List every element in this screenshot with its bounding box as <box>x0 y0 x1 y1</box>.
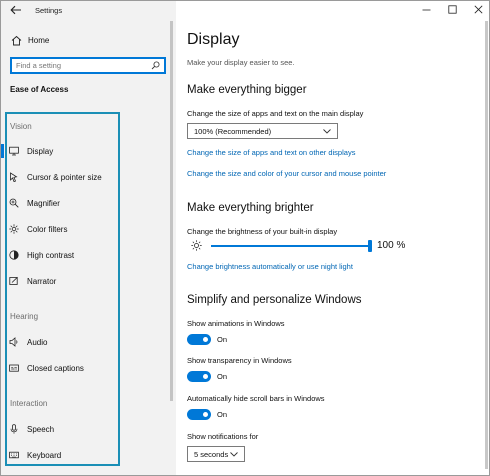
link-night-light[interactable]: Change brightness automatically or use n… <box>187 262 353 271</box>
close-button[interactable] <box>465 1 489 21</box>
speaker-icon <box>9 337 18 347</box>
sidebar-item-label: Display <box>27 147 54 156</box>
link-cursor-pointer[interactable]: Change the size and color of your cursor… <box>187 169 386 178</box>
sidebar-item-label: Color filters <box>27 225 68 234</box>
group-label-hearing: Hearing <box>10 312 39 321</box>
close-icon <box>474 5 482 14</box>
sidebar-item-narrator[interactable]: Narrator <box>1 271 171 291</box>
heading-simplify-personalize: Simplify and personalize Windows <box>187 294 362 306</box>
group-label-interaction: Interaction <box>10 399 48 408</box>
chevron-down-icon <box>323 129 331 134</box>
minimize-button[interactable] <box>413 1 439 21</box>
transparency-toggle[interactable] <box>187 371 211 382</box>
dropdown-value: 100% (Recommended) <box>194 127 272 136</box>
text-size-label: Change the size of apps and text on the … <box>187 109 364 118</box>
dropdown-value: 5 seconds <box>194 450 229 459</box>
home-icon <box>11 35 22 46</box>
brightness-row: 100 % <box>191 239 489 253</box>
sidebar-item-cursor-pointer-size[interactable]: Cursor & pointer size <box>1 167 171 187</box>
monitor-icon <box>9 146 19 156</box>
back-arrow-icon <box>10 5 21 15</box>
settings-window: Settings Home Ease of Access Vision Disp… <box>0 0 490 476</box>
narrator-icon <box>9 276 18 285</box>
sun-icon <box>191 240 202 251</box>
sidebar-item-label: High contrast <box>27 251 75 260</box>
section-title: Ease of Access <box>10 85 69 94</box>
back-button[interactable] <box>8 4 24 18</box>
scrollbars-label: Automatically hide scroll bars in Window… <box>187 394 325 403</box>
sidebar-item-label: Closed captions <box>27 364 84 373</box>
sidebar-scrollbar[interactable] <box>170 21 173 401</box>
sidebar-item-display[interactable]: Display <box>1 141 171 161</box>
scrollbars-toggle[interactable] <box>187 409 211 420</box>
toggle-knob <box>203 374 208 379</box>
brightness-slider-track[interactable] <box>211 245 369 247</box>
link-other-displays[interactable]: Change the size of apps and text on othe… <box>187 148 355 157</box>
transparency-label: Show transparency in Windows <box>187 356 292 365</box>
toggle-knob <box>203 337 208 342</box>
cursor-icon <box>10 172 18 182</box>
high-contrast-icon <box>9 250 19 260</box>
page-subtitle: Make your display easier to see. <box>187 58 295 67</box>
heading-make-everything-bigger: Make everything bigger <box>187 84 307 96</box>
sidebar-item-label: Narrator <box>27 277 57 286</box>
notifications-duration-dropdown[interactable]: 5 seconds <box>187 446 245 462</box>
toggle-knob <box>203 412 208 417</box>
text-size-dropdown[interactable]: 100% (Recommended) <box>187 123 338 139</box>
sidebar-item-home[interactable]: Home <box>1 32 176 50</box>
sidebar-item-magnifier[interactable]: Magnifier <box>1 193 171 213</box>
title-bar: Settings <box>1 1 176 21</box>
chevron-down-icon <box>230 452 238 457</box>
sidebar-item-label: Magnifier <box>27 199 60 208</box>
window-title: Settings <box>35 6 63 15</box>
microphone-icon <box>10 424 18 434</box>
sidebar-item-label: Cursor & pointer size <box>27 173 102 182</box>
sidebar-item-label: Speech <box>27 425 55 434</box>
sidebar-item-audio[interactable]: Audio <box>1 332 171 352</box>
search-icon[interactable] <box>151 61 160 70</box>
search-input[interactable] <box>16 60 144 71</box>
content-scrollbar[interactable] <box>485 21 488 469</box>
minimize-icon <box>422 9 430 11</box>
animations-toggle-state: On <box>217 335 228 344</box>
sidebar-item-closed-captions[interactable]: Closed captions <box>1 358 171 378</box>
captions-icon <box>9 364 19 372</box>
sidebar-item-label: Home <box>28 36 50 45</box>
transparency-toggle-state: On <box>217 372 228 381</box>
animations-label: Show animations in Windows <box>187 319 285 328</box>
heading-make-everything-brighter: Make everything brighter <box>187 202 314 214</box>
notifications-label: Show notifications for <box>187 432 259 441</box>
sidebar-item-label: Audio <box>27 338 48 347</box>
brightness-slider-thumb[interactable] <box>368 240 372 252</box>
brightness-label: Change the brightness of your built-in d… <box>187 227 338 236</box>
maximize-button[interactable] <box>439 1 465 21</box>
group-label-vision: Vision <box>10 122 32 131</box>
keyboard-icon <box>9 451 19 459</box>
sidebar: Settings Home Ease of Access Vision Disp… <box>1 1 176 475</box>
magnifier-icon <box>9 198 19 208</box>
page-title: Display <box>187 31 240 48</box>
maximize-icon <box>447 5 457 14</box>
scrollbars-toggle-state: On <box>217 410 228 419</box>
search-box[interactable] <box>10 57 166 74</box>
color-filter-icon <box>9 224 19 234</box>
sidebar-item-speech[interactable]: Speech <box>1 419 171 439</box>
sidebar-item-keyboard[interactable]: Keyboard <box>1 445 171 465</box>
sidebar-item-label: Keyboard <box>27 451 62 460</box>
content-pane: Display Make your display easier to see.… <box>176 1 489 475</box>
sidebar-item-high-contrast[interactable]: High contrast <box>1 245 171 265</box>
sidebar-item-color-filters[interactable]: Color filters <box>1 219 171 239</box>
brightness-value: 100 % <box>377 240 406 251</box>
animations-toggle[interactable] <box>187 334 211 345</box>
